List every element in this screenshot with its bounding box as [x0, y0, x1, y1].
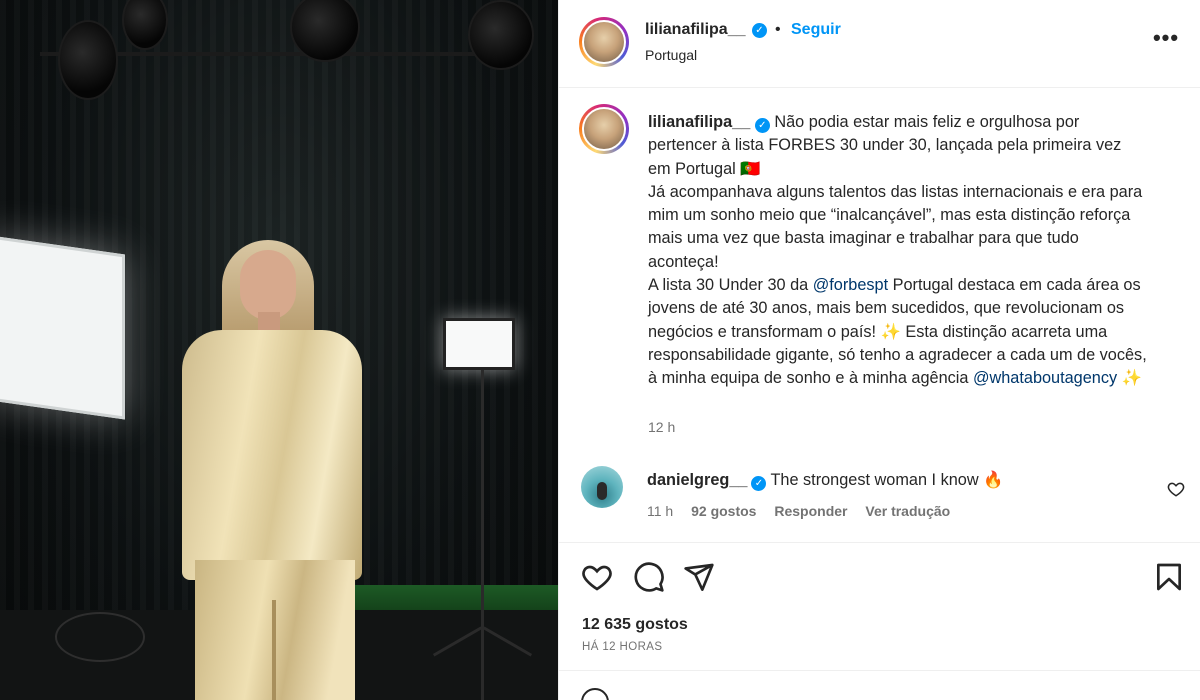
caption-timestamp[interactable]: 12 h	[648, 419, 675, 435]
heart-icon[interactable]	[581, 561, 613, 593]
sparkles-emoji: ✨	[880, 322, 901, 341]
post-location[interactable]: Portugal	[645, 47, 697, 63]
see-translation-button[interactable]: Ver tradução	[865, 503, 950, 519]
comment-bubble-icon[interactable]	[633, 561, 665, 593]
paper-plane-icon[interactable]	[683, 561, 715, 593]
bookmark-icon[interactable]	[1153, 561, 1185, 593]
post-sidebar: lilianafilipa__ ✓ • Seguir Portugal ••• …	[558, 0, 1200, 700]
more-options-icon[interactable]: •••	[1151, 27, 1181, 54]
verified-badge-icon: ✓	[751, 476, 767, 491]
fire-emoji: 🔥	[983, 471, 1004, 489]
post-time-ago[interactable]: HÁ 12 HORAS	[582, 641, 662, 653]
caption-username[interactable]: lilianafilipa__	[648, 113, 750, 131]
follow-button[interactable]: Seguir	[791, 21, 841, 39]
comment-timestamp[interactable]: 11 h	[647, 503, 673, 519]
likes-count[interactable]: 12 635 gostos	[582, 616, 688, 634]
comment-likes[interactable]: 92 gostos	[691, 503, 756, 519]
comment-text: danielgreg__ ✓ The strongest woman I know …	[647, 470, 1003, 491]
comment-body: The strongest woman I know	[770, 471, 979, 489]
person-face	[240, 250, 296, 320]
softbox-light	[0, 235, 125, 420]
comment-heart-icon[interactable]	[1167, 480, 1185, 498]
verified-badge-icon: ✓	[754, 118, 770, 133]
light-stand	[481, 370, 484, 700]
caption-text: lilianafilipa__ ✓ Não podia estar mais f…	[648, 111, 1148, 391]
caption-body: Não podia estar mais feliz e orgulhosa p…	[648, 113, 1143, 295]
mention-forbespt[interactable]: @forbespt	[813, 276, 888, 294]
commenter-username[interactable]: danielgreg__	[647, 471, 747, 489]
post-photo[interactable]	[0, 0, 558, 700]
separator-dot: •	[775, 21, 781, 38]
caption-avatar[interactable]	[579, 104, 629, 154]
emoji-icon[interactable]	[581, 688, 609, 700]
comment-meta: 11 h 92 gostos Responder Ver tradução	[647, 503, 964, 519]
sparkles-emoji: ✨	[1121, 369, 1142, 388]
floor-cables	[55, 612, 145, 662]
post-header: lilianafilipa__ ✓ • Seguir Portugal •••	[559, 0, 1200, 88]
verified-badge-icon: ✓	[752, 23, 767, 38]
author-username[interactable]: lilianafilipa__	[645, 21, 745, 39]
studio-spotlight	[58, 20, 118, 100]
studio-spotlight	[468, 0, 534, 70]
trouser-seam	[272, 600, 276, 700]
comment: danielgreg__ ✓ The strongest woman I know …	[559, 462, 1200, 532]
post-actions: 12 635 gostos HÁ 12 HORAS	[559, 542, 1200, 670]
mention-whataboutagency[interactable]: @whataboutagency	[973, 369, 1117, 387]
add-comment-bar	[559, 670, 1200, 700]
satin-blazer	[182, 330, 362, 580]
commenter-avatar[interactable]	[581, 466, 623, 508]
reply-button[interactable]: Responder	[774, 503, 847, 519]
led-panel-light	[443, 318, 515, 370]
author-avatar[interactable]	[579, 17, 629, 67]
